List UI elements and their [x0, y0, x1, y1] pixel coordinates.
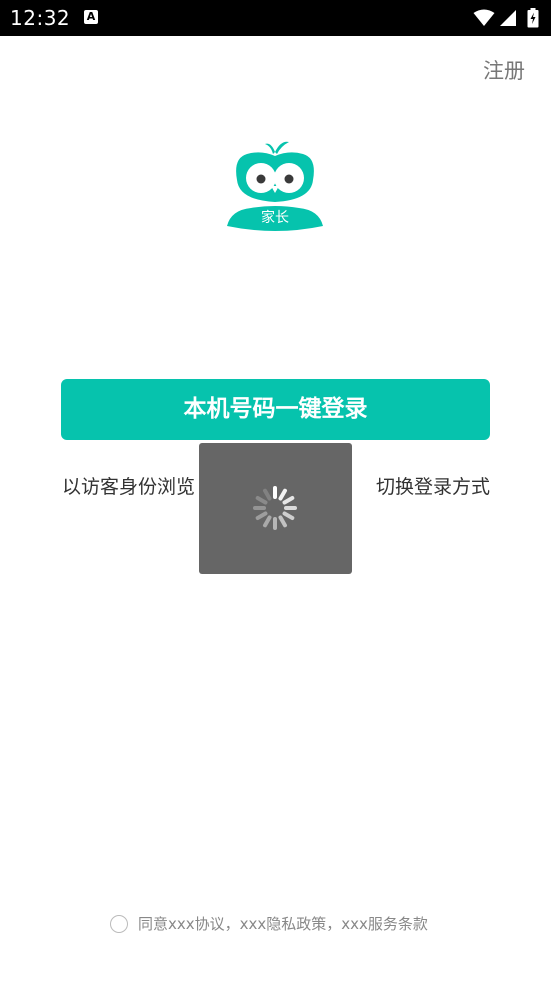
register-link[interactable]: 注册 — [483, 57, 525, 85]
agreement-checkbox[interactable] — [110, 915, 128, 933]
status-icons — [473, 8, 539, 28]
guest-browse-link[interactable]: 以访客身份浏览 — [62, 474, 195, 500]
agreement-text[interactable]: 同意xxx协议，xxx隐私政策，xxx服务条款 — [138, 912, 428, 936]
switch-login-link[interactable]: 切换登录方式 — [376, 474, 490, 500]
status-bar: 12:32 A — [0, 0, 551, 36]
logo-caption: 家长 — [261, 210, 289, 226]
battery-icon — [527, 8, 539, 28]
agreement-row: 同意xxx协议，xxx隐私政策，xxx服务条款 — [110, 912, 428, 936]
notification-a-icon: A — [84, 10, 98, 24]
signal-icon — [500, 10, 516, 26]
one-click-login-button[interactable]: 本机号码一键登录 — [61, 379, 490, 440]
loading-dialog — [199, 443, 352, 574]
wifi-icon — [473, 9, 495, 26]
loading-spinner-icon — [251, 484, 299, 532]
app-logo: 家长 — [221, 138, 329, 234]
status-time: 12:32 — [10, 6, 71, 30]
